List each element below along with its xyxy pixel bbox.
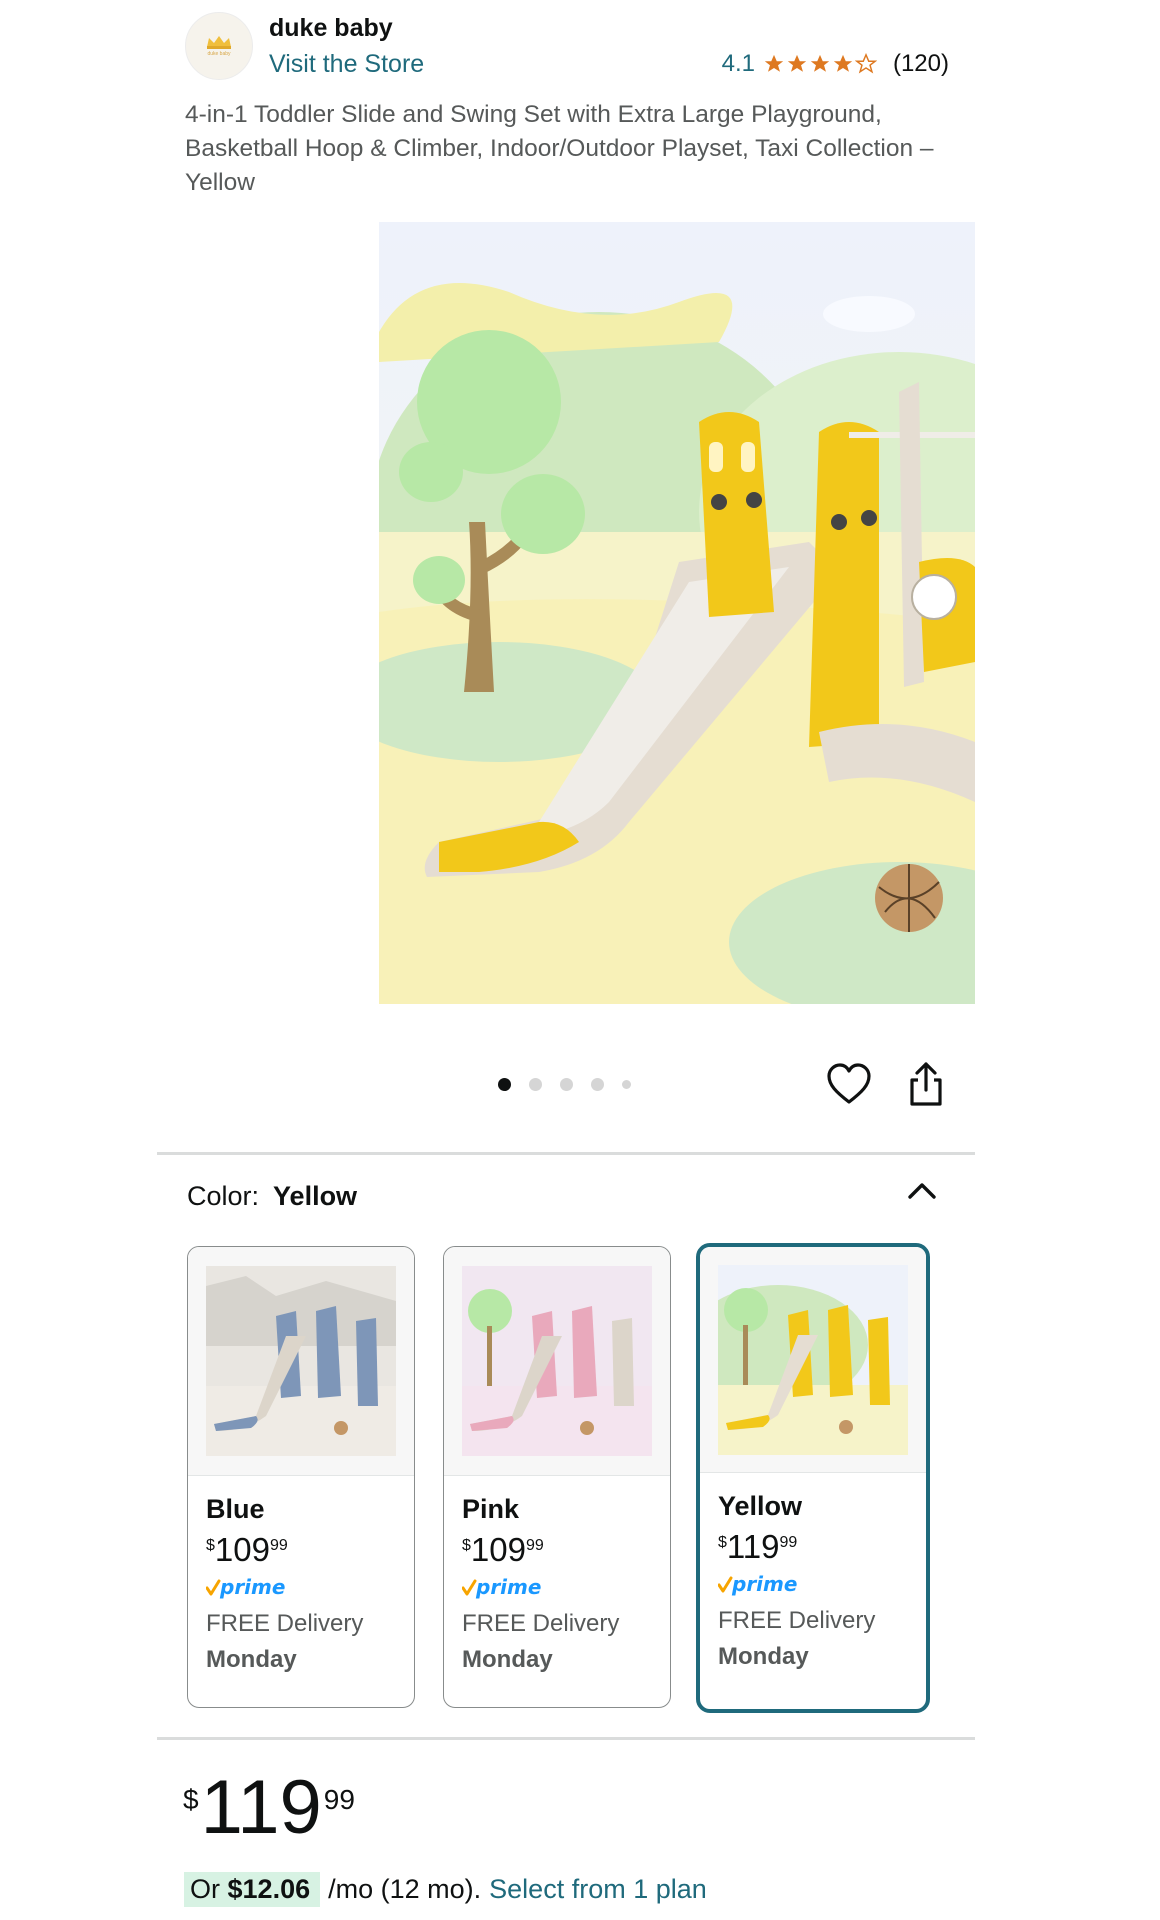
price-symbol: $	[718, 1534, 727, 1551]
price-whole: 119	[726, 1528, 780, 1565]
carousel-dots	[498, 1078, 631, 1091]
price-fraction: 99	[269, 1537, 288, 1554]
option-price: $109 99	[206, 1533, 414, 1566]
delivery-text: FREE Delivery	[718, 1607, 876, 1634]
financing-prefix: Or	[190, 1874, 220, 1904]
price-symbol: $	[206, 1537, 215, 1554]
svg-text:prime: prime	[219, 1575, 285, 1599]
chevron-up-icon	[908, 1183, 936, 1199]
option-name: Yellow	[718, 1491, 803, 1521]
option-price: $119 99	[718, 1530, 926, 1563]
financing-amount: $12.06	[227, 1874, 311, 1904]
blue-playset-thumbnail	[206, 1266, 396, 1456]
rating-count: (120)	[892, 50, 949, 77]
price-fraction: 99	[779, 1534, 798, 1551]
divider	[157, 1737, 975, 1740]
prime-logo-icon: prime	[206, 1575, 285, 1599]
crown-logo-icon	[207, 36, 231, 49]
price-whole: 119	[200, 1765, 322, 1850]
product-image[interactable]	[379, 222, 975, 1004]
star-icon	[810, 54, 830, 72]
color-label: Color: Yellow	[187, 1181, 357, 1212]
divider	[157, 1152, 975, 1155]
star-rating	[763, 53, 877, 75]
color-option-pink[interactable]: Pink $109 99 prime FREE Delivery Monday	[443, 1246, 671, 1708]
star-empty-icon	[854, 53, 877, 74]
color-option-blue[interactable]: Blue $109 99 prime FREE Delivery Monday	[187, 1246, 415, 1708]
carousel-dot[interactable]	[560, 1078, 573, 1091]
playset-illustration	[379, 222, 975, 1004]
svg-text:prime: prime	[731, 1572, 797, 1596]
option-name: Pink	[462, 1494, 520, 1524]
price-symbol: $	[183, 1784, 199, 1815]
share-button[interactable]	[906, 1060, 946, 1108]
heart-icon	[827, 1063, 871, 1104]
prime-logo-icon: prime	[462, 1575, 541, 1599]
price-fraction: 99	[323, 1784, 355, 1815]
swatch-thumbnail-area	[444, 1247, 670, 1476]
rating-summary[interactable]: 4.1 (120)	[722, 50, 949, 78]
financing-term: /mo (12 mo).	[328, 1874, 482, 1904]
financing-offer: Or $12.06 /mo (12 mo). Select from 1 pla…	[184, 1872, 707, 1907]
collapse-colors-button[interactable]	[904, 1176, 940, 1206]
main-price: $119 99	[183, 1770, 355, 1846]
financing-highlight: Or $12.06	[184, 1872, 321, 1907]
store-name: duke baby	[269, 14, 393, 42]
carousel-dot[interactable]	[622, 1080, 631, 1089]
carousel-dot[interactable]	[498, 1078, 511, 1091]
prime-badge: prime	[206, 1574, 414, 1602]
store-logo[interactable]: duke baby	[185, 12, 253, 80]
price-symbol: $	[462, 1537, 471, 1554]
price-whole: 109	[214, 1531, 270, 1568]
color-label-text: Color:	[187, 1181, 260, 1211]
rating-value: 4.1	[721, 50, 755, 77]
logo-text: duke baby	[207, 51, 231, 57]
swatch-thumbnail-area	[700, 1247, 926, 1473]
option-price: $109 99	[462, 1533, 670, 1566]
pink-playset-thumbnail	[462, 1266, 652, 1456]
svg-text:prime: prime	[475, 1575, 541, 1599]
star-icon	[787, 54, 807, 72]
prime-logo-icon: prime	[718, 1572, 797, 1596]
select-plan-link[interactable]: Select from 1 plan	[489, 1874, 707, 1905]
delivery-day: Monday	[718, 1643, 809, 1670]
price-whole: 109	[470, 1531, 526, 1568]
star-icon	[764, 54, 784, 72]
star-icon	[833, 54, 853, 72]
favorite-button[interactable]	[826, 1062, 872, 1106]
carousel-dot[interactable]	[529, 1078, 542, 1091]
option-name: Blue	[206, 1494, 265, 1524]
swatch-thumbnail-area	[188, 1247, 414, 1476]
prime-badge: prime	[718, 1571, 926, 1599]
delivery-text: FREE Delivery	[206, 1610, 364, 1637]
carousel-dot[interactable]	[591, 1078, 604, 1091]
delivery-text: FREE Delivery	[462, 1610, 620, 1637]
delivery-day: Monday	[206, 1646, 297, 1673]
share-icon	[910, 1062, 942, 1106]
delivery-day: Monday	[462, 1646, 553, 1673]
color-option-yellow[interactable]: Yellow $119 99 prime FREE Delivery Monday	[696, 1243, 930, 1713]
yellow-playset-thumbnail	[718, 1264, 908, 1455]
visit-store-link[interactable]: Visit the Store	[269, 50, 424, 79]
product-title: 4-in-1 Toddler Slide and Swing Set with …	[185, 101, 934, 196]
prime-badge: prime	[462, 1574, 670, 1602]
color-selected-value: Yellow	[273, 1181, 358, 1211]
price-fraction: 99	[525, 1537, 544, 1554]
